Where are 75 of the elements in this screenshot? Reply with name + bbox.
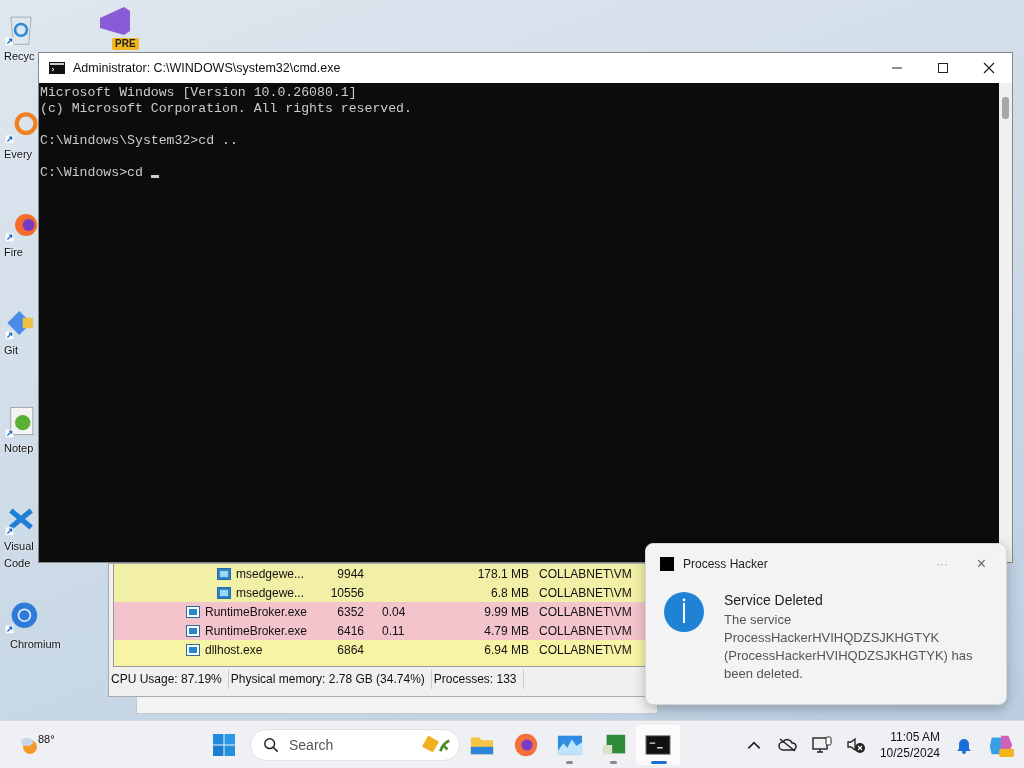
process-name: dllhost.exe (205, 642, 263, 657)
clock-button[interactable]: 11:05 AM 10/25/2024 (879, 729, 940, 761)
search-icon (263, 736, 279, 754)
process-row[interactable]: msedgewe... 10556 6.8 MB COLLABNET\VM (114, 583, 648, 602)
cpu-cell: 0.04 (382, 604, 406, 619)
process-name: msedgewe... (236, 566, 305, 581)
status-text: CPU Usage: 87.19% (109, 669, 229, 689)
status-text: Processes: 133 (431, 669, 524, 689)
cpu-cell: 0.11 (382, 623, 405, 638)
console-line: C:\Windows>cd (40, 165, 144, 181)
pid-cell-text: 6864 (336, 642, 364, 657)
window-icon (217, 586, 231, 599)
user-cell-text: COLLABNET\VM (538, 604, 632, 619)
notification-title: Service Deleted (724, 592, 824, 608)
close-icon (983, 62, 995, 74)
memory-cell-text: 9.99 MB (483, 604, 529, 619)
user-cell-text: COLLABNET\VM (538, 642, 632, 657)
window-icon (186, 643, 200, 656)
status-text: Physical memory: 2.78 GB (34.74%) (228, 669, 432, 689)
network-icon[interactable] (811, 736, 832, 754)
process-row[interactable]: dllhost.exe 6864 6.94 MB COLLABNET\VM (114, 640, 648, 659)
search-bar[interactable]: Search (250, 729, 460, 761)
user-cell-text: COLLABNET\VM (538, 623, 632, 638)
time-text: 11:05 AM (890, 729, 940, 745)
shortcut-icon[interactable] (4, 110, 38, 144)
icon-label: Fire (4, 246, 23, 259)
process-row[interactable]: RuntimeBroker.exe 6416 0.11 4.79 MB COLLABNET\VM (114, 621, 648, 640)
process-name: RuntimeBroker.exe (205, 604, 308, 619)
cloud-off-icon[interactable] (777, 736, 798, 754)
date-text: 10/25/2024 (879, 745, 940, 761)
browser-icon[interactable] (4, 600, 38, 634)
close-button[interactable]: × (970, 554, 992, 574)
window-icon (186, 605, 200, 618)
icon-label: Visual (4, 540, 34, 553)
taskbar-button[interactable] (636, 725, 680, 765)
window-icon (217, 567, 231, 580)
memory-cell-text: 4.79 MB (483, 623, 529, 638)
console-line: C:\Windows\System32>cd .. (40, 133, 238, 149)
start-button[interactable] (212, 733, 236, 757)
icon-label: Chromium (10, 638, 61, 651)
search-input[interactable]: Search (287, 736, 411, 754)
icon-label: Code (4, 557, 31, 570)
scrollbar-thumb[interactable] (1002, 97, 1009, 119)
pid-cell-text: 6352 (336, 604, 364, 619)
console-line: (c) Microsoft Corporation. All rights reserved. (40, 101, 412, 117)
maximize-icon (937, 62, 949, 74)
window-title: Administrator: C:\WINDOWS\system32\cmd.exe (73, 61, 342, 75)
process-name: RuntimeBroker.exe (205, 623, 308, 638)
temperature: 88° (38, 733, 55, 745)
process-name: msedgewe... (236, 585, 305, 600)
user-cell-text: COLLABNET\VM (538, 585, 632, 600)
console-icon (49, 62, 65, 74)
pre-badge: PRE (112, 38, 139, 50)
icon-label: Git (4, 344, 19, 357)
terminal-icon (645, 732, 671, 758)
icon-label: Recyc (4, 50, 35, 63)
console-line: Microsoft Windows [Version 10.0.26080.1] (40, 85, 357, 101)
pid-cell-text: 10556 (329, 585, 364, 600)
icon-label: Every (4, 148, 33, 161)
pid-cell-text: 9944 (336, 566, 364, 581)
volume-muted-icon[interactable] (845, 736, 866, 754)
memory-cell-text: 6.8 MB (490, 585, 529, 600)
process-row[interactable]: RuntimeBroker.exe 6352 0.04 9.99 MB COLLABNET\VM (114, 602, 648, 621)
window-icon (186, 624, 200, 637)
app-name: Process Hacker (683, 557, 769, 571)
memory-cell-text: 178.1 MB (476, 566, 529, 581)
icon-label: Notep (4, 442, 34, 455)
app-icon (660, 557, 674, 571)
user-cell-text: COLLABNET\VM (538, 566, 632, 581)
memory-cell-text: 6.94 MB (483, 642, 529, 657)
notification-message: The service ProcessHackerHVIHQDZSJKHGTYK (ProcessHackerHVIHQDZSJKHGTYK) has been deleted. (724, 611, 974, 683)
info-icon (664, 592, 704, 632)
pid-cell-text: 6416 (336, 623, 364, 638)
process-row[interactable]: msedgewe... 9944 178.1 MB COLLABNET\VM (114, 564, 648, 583)
browser-icon (513, 732, 539, 758)
